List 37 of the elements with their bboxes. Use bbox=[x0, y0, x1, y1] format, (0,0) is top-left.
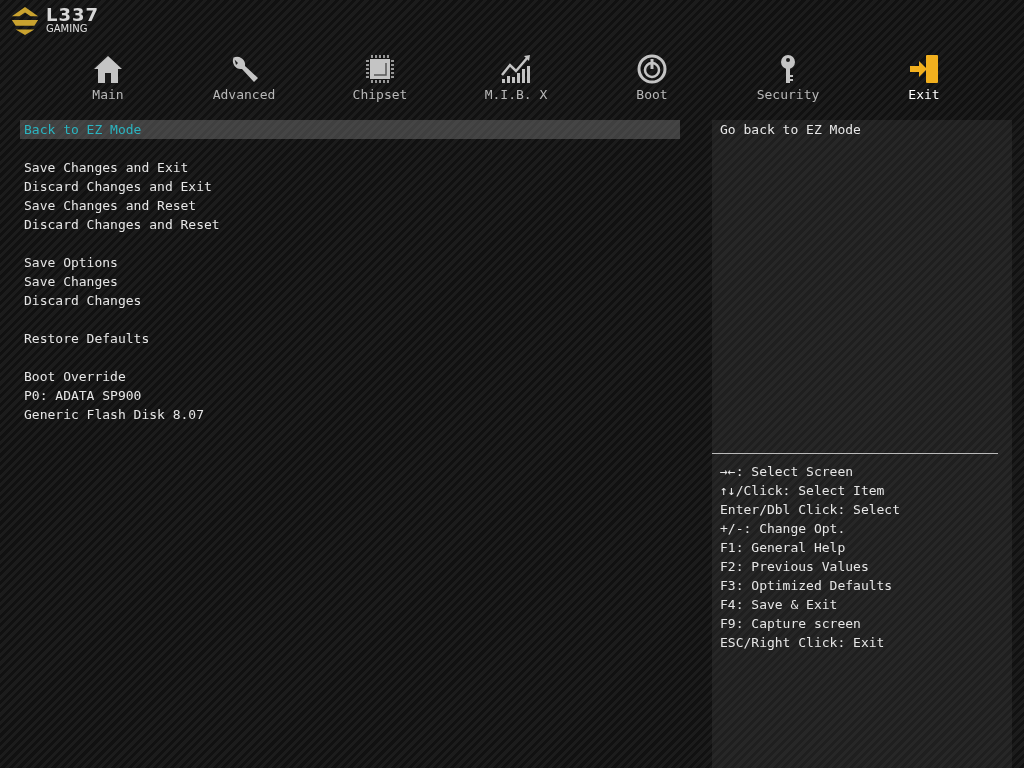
menu-item[interactable]: Save Changes bbox=[20, 272, 680, 291]
bar-chart-icon bbox=[500, 53, 532, 85]
key-hint: ↑↓/Click: Select Item bbox=[720, 482, 885, 500]
menu-item[interactable]: Discard Changes bbox=[20, 291, 680, 310]
menu-item[interactable]: Generic Flash Disk 8.07 bbox=[20, 405, 680, 424]
key-hint: +/-: Change Opt. bbox=[720, 520, 846, 538]
menu-item[interactable]: Save Changes and Exit bbox=[20, 158, 680, 177]
key-hint: F2: Previous Values bbox=[720, 558, 869, 576]
menu-tab[interactable]: Advanced bbox=[176, 50, 312, 114]
help-text: Go back to EZ Mode bbox=[720, 121, 861, 139]
chip-icon bbox=[364, 53, 396, 85]
key-hint: F1: General Help bbox=[720, 539, 846, 557]
power-icon bbox=[636, 53, 668, 85]
key-hint: Enter/Dbl Click: Select bbox=[720, 501, 900, 519]
menu-tab[interactable]: Security bbox=[720, 50, 856, 114]
menu-item[interactable]: Back to EZ Mode bbox=[20, 120, 680, 139]
key-hint: ESC/Right Click: Exit bbox=[720, 634, 885, 652]
menu-tab[interactable]: Exit bbox=[856, 50, 992, 114]
key-hint: F9: Capture screen bbox=[720, 615, 861, 633]
logo-subtitle: GAMING bbox=[46, 24, 89, 34]
menu-tab[interactable]: Main bbox=[40, 50, 176, 114]
menu-tab[interactable]: Chipset bbox=[312, 50, 448, 114]
menu-item[interactable]: Save Options bbox=[20, 253, 680, 272]
menu-item[interactable]: Discard Changes and Reset bbox=[20, 215, 680, 234]
exit-door-icon bbox=[908, 53, 940, 85]
menu-tab[interactable]: M.I.B. X bbox=[448, 50, 584, 114]
key-hint: F3: Optimized Defaults bbox=[720, 577, 893, 595]
key-hint: F4: Save & Exit bbox=[720, 596, 838, 614]
menu-item[interactable]: Boot Override bbox=[20, 367, 680, 386]
home-icon bbox=[92, 53, 124, 85]
menu-item[interactable]: Discard Changes and Exit bbox=[20, 177, 680, 196]
menu-item[interactable]: P0: ADATA SP900 bbox=[20, 386, 680, 405]
menu-item[interactable]: Save Changes and Reset bbox=[20, 196, 680, 215]
menu-tab[interactable]: Boot bbox=[584, 50, 720, 114]
menu-item[interactable]: Restore Defaults bbox=[20, 329, 680, 348]
key-hint: →←: Select Screen bbox=[720, 463, 854, 481]
logo-name: L337 bbox=[46, 6, 100, 24]
